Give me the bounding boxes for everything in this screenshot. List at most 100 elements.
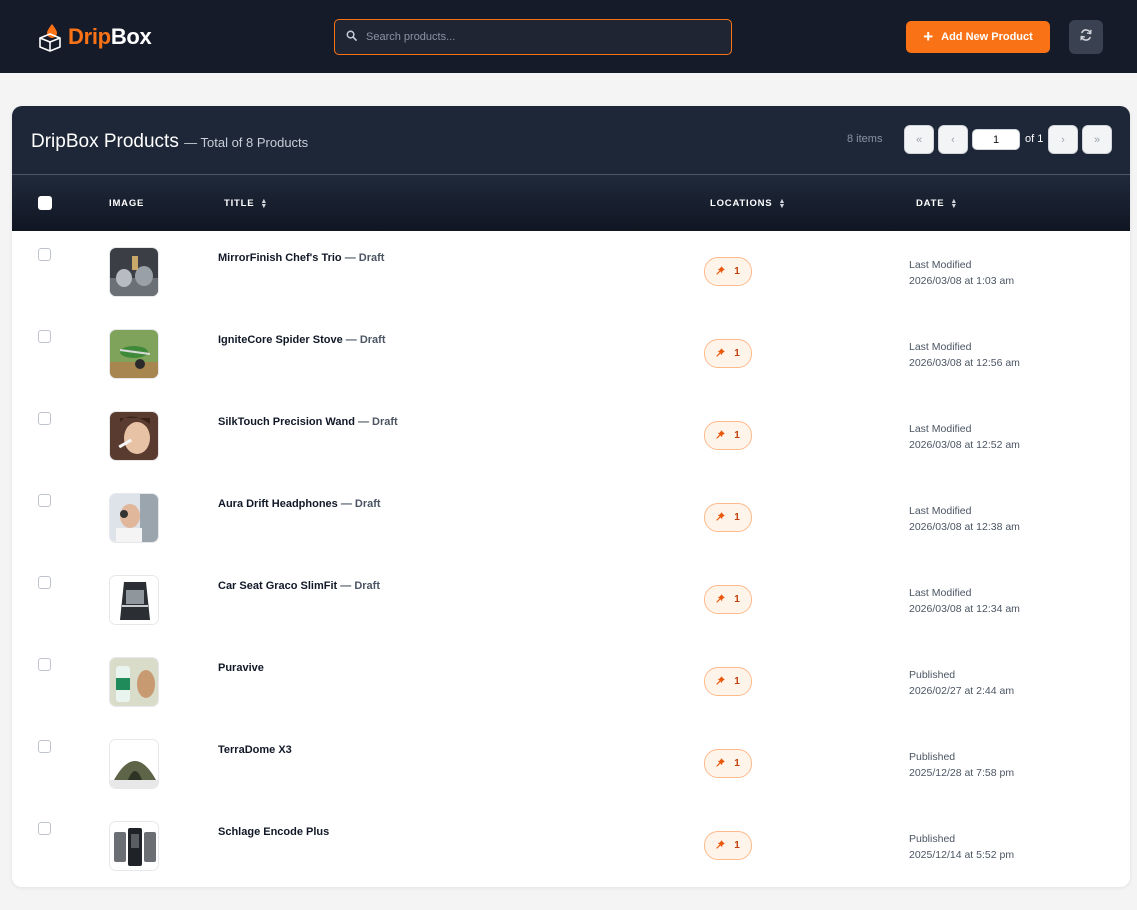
date-label: Last Modified [909,423,972,435]
row-checkbox[interactable] [38,740,51,753]
sort-icon: ▲ ▼ [778,197,787,210]
page-total: of 1 [1025,133,1044,145]
product-thumbnail[interactable] [109,575,159,625]
pin-icon [716,429,726,442]
card-title: DripBox Products [31,131,179,152]
product-title: SilkTouch Precision Wand [218,416,355,428]
date-value: 2026/03/08 at 12:38 am [909,521,1020,533]
locations-badge[interactable]: 1 [704,503,752,532]
refresh-icon [1079,28,1093,47]
row-checkbox[interactable] [38,412,51,425]
add-new-product-label: Add New Product [941,31,1033,43]
pin-icon [716,839,726,852]
column-header-date[interactable]: DATE ▲ ▼ [916,197,959,210]
product-thumbnail[interactable] [109,493,159,543]
product-title: MirrorFinish Chef's Trio [218,252,342,264]
date-value: 2026/03/08 at 12:52 am [909,439,1020,451]
product-thumbnail[interactable] [109,657,159,707]
locations-count: 1 [734,758,740,769]
product-title: Aura Drift Headphones [218,498,338,510]
date-label: Last Modified [909,259,972,271]
pin-icon [716,511,726,524]
items-count: 8 items [847,133,883,145]
logo-text-box: Box [110,24,152,49]
table-row: Puravive 1 Published 2026/02/27 at 2:44 a… [12,641,1130,723]
row-checkbox[interactable] [38,330,51,343]
product-thumbnail[interactable] [109,247,159,297]
locations-badge[interactable]: 1 [704,421,752,450]
product-title: IgniteCore Spider Stove [218,334,343,346]
card-header: DripBox Products — Total of 8 Products 8… [12,106,1130,174]
column-header-title[interactable]: TITLE ▲ ▼ [224,197,269,210]
prev-page-button[interactable]: ‹ [938,125,968,154]
date-value: 2026/02/27 at 2:44 am [909,685,1015,697]
pin-icon [716,593,726,606]
pin-icon [716,265,726,278]
date-value: 2026/03/08 at 1:03 am [909,275,1015,287]
column-header-locations[interactable]: LOCATIONS ▲ ▼ [710,197,787,210]
plus-icon: + [923,26,934,46]
row-checkbox[interactable] [38,658,51,671]
date-value: 2026/03/08 at 12:56 am [909,357,1020,369]
pin-icon [716,675,726,688]
row-checkbox[interactable] [38,822,51,835]
date-label: Published [909,669,956,681]
locations-badge[interactable]: 1 [704,257,752,286]
product-thumbnail[interactable] [109,411,159,461]
sort-icon: ▲ ▼ [950,197,959,210]
table-header: IMAGE TITLE ▲ ▼ LOCATIONS ▲ ▼ DATE ▲ ▼ [12,174,1130,233]
row-checkbox[interactable] [38,576,51,589]
table-row: Car Seat Graco SlimFit — Draft 1 Last Mo… [12,559,1130,641]
product-title: TerraDome X3 [218,744,292,756]
date-value: 2025/12/28 at 7:58 pm [909,767,1015,779]
product-status: — Draft [354,416,398,428]
date-label: Last Modified [909,341,972,353]
locations-badge[interactable]: 1 [704,585,752,614]
search-bar[interactable] [334,19,732,55]
product-status: — Draft [337,498,381,510]
product-thumbnail[interactable] [109,739,159,789]
row-checkbox[interactable] [38,494,51,507]
locations-count: 1 [734,676,740,687]
search-icon [346,28,357,46]
table-row: IgniteCore Spider Stove — Draft 1 Last M… [12,313,1130,395]
pin-icon [716,757,726,770]
row-checkbox[interactable] [38,248,51,261]
date-value: 2025/12/14 at 5:52 pm [909,849,1015,861]
product-thumbnail[interactable] [109,821,159,871]
locations-badge[interactable]: 1 [704,831,752,860]
sort-icon: ▲ ▼ [260,197,269,210]
date-label: Last Modified [909,505,972,517]
date-value: 2026/03/08 at 12:34 am [909,603,1020,615]
locations-badge[interactable]: 1 [704,749,752,778]
date-label: Published [909,751,956,763]
locations-count: 1 [734,348,740,359]
next-page-button[interactable]: › [1048,125,1078,154]
last-page-button[interactable]: » [1082,125,1112,154]
search-input[interactable] [366,31,706,43]
locations-badge[interactable]: 1 [704,339,752,368]
table-row: MirrorFinish Chef's Trio — Draft 1 Last … [12,231,1130,313]
locations-badge[interactable]: 1 [704,667,752,696]
date-label: Last Modified [909,587,972,599]
table-row: Schlage Encode Plus 1 Published 2025/12/1… [12,805,1130,887]
date-label: Published [909,833,956,845]
table-row: SilkTouch Precision Wand — Draft 1 Last … [12,395,1130,477]
pin-icon [716,347,726,360]
select-all-checkbox[interactable] [38,196,52,210]
product-thumbnail[interactable] [109,329,159,379]
refresh-button[interactable] [1069,20,1103,54]
drip-box-logo-icon [38,22,62,52]
locations-count: 1 [734,266,740,277]
locations-count: 1 [734,430,740,441]
product-title: Schlage Encode Plus [218,826,330,838]
first-page-button[interactable]: « [904,125,934,154]
page-number-input[interactable] [972,129,1020,150]
product-title: Car Seat Graco SlimFit [218,580,338,592]
table-row: TerraDome X3 1 Published 2025/12/28 at 7:… [12,723,1130,805]
add-new-product-button[interactable]: + Add New Product [906,21,1050,53]
product-status: — Draft [342,334,386,346]
products-card: DripBox Products — Total of 8 Products 8… [12,106,1130,887]
product-status: — Draft [341,252,385,264]
logo[interactable]: DripBox [38,20,152,54]
